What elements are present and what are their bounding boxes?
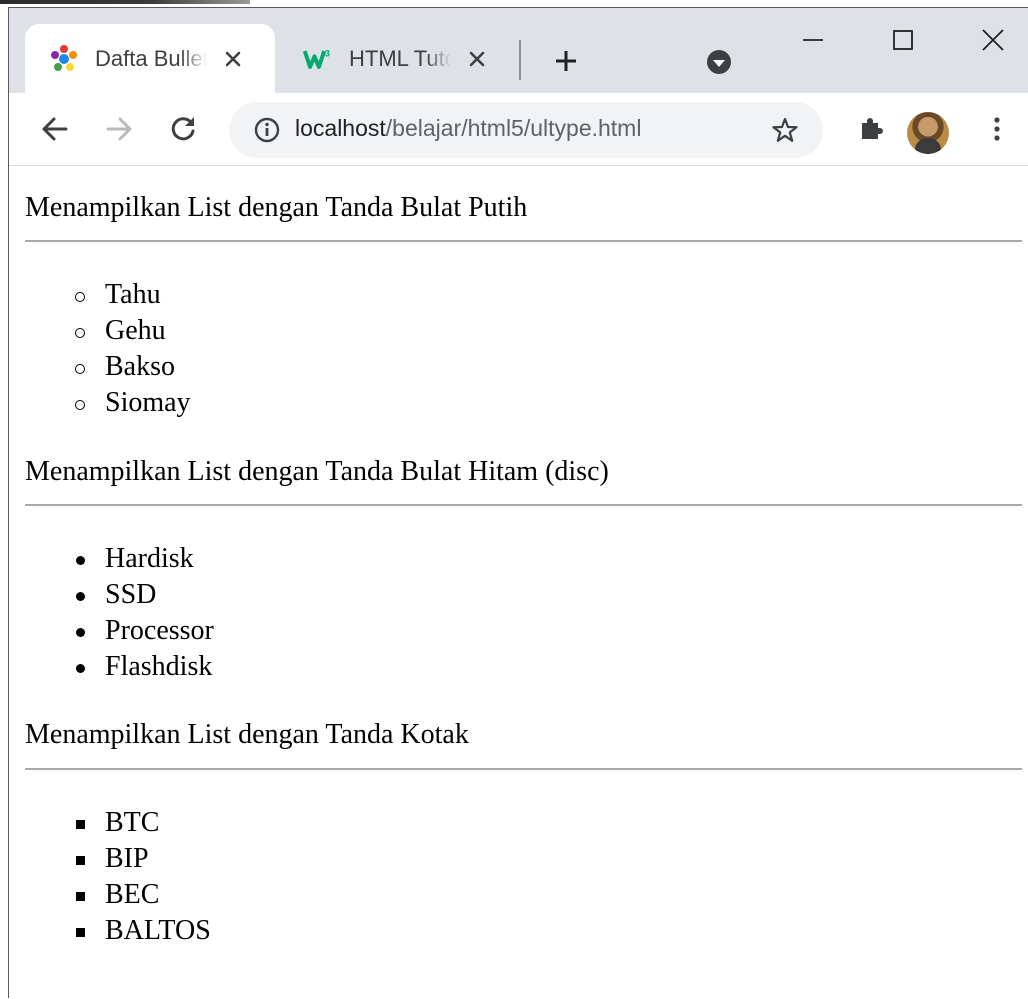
list-item: Bakso	[75, 349, 191, 385]
url-host: localhost	[295, 115, 386, 141]
browser-window: Dafta Bullet 3 HTML Tuto localhost/belaj…	[8, 7, 1028, 998]
disc-bullet-icon	[76, 664, 85, 673]
list-item: BIP	[76, 841, 211, 877]
list-square: BTC BIP BEC BALTOS	[76, 805, 211, 949]
svg-text:3: 3	[325, 48, 330, 58]
address-bar[interactable]: localhost/belajar/html5/ultype.html	[229, 102, 823, 158]
list-item-text: BIP	[105, 843, 149, 874]
url-path: /belajar/html5/ultype.html	[385, 115, 642, 141]
square-bullet-icon	[76, 892, 85, 901]
section-title-circle: Menampilkan List dengan Tanda Bulat Puti…	[25, 192, 528, 223]
profile-avatar[interactable]	[907, 112, 949, 154]
list-item-text: Hardisk	[105, 543, 194, 574]
square-bullet-icon	[76, 856, 85, 865]
list-item: Tahu	[75, 277, 191, 313]
horizontal-rule	[25, 768, 1022, 770]
horizontal-rule	[25, 240, 1022, 242]
new-tab-button[interactable]	[549, 44, 583, 78]
reload-button[interactable]	[165, 111, 201, 147]
list-item-text: BEC	[105, 879, 160, 910]
horizontal-rule	[25, 504, 1022, 506]
maximize-button[interactable]	[885, 22, 921, 58]
list-item: SSD	[76, 577, 214, 613]
forward-button[interactable]	[101, 111, 137, 147]
tab-dafta-bullet[interactable]: Dafta Bullet	[25, 24, 275, 93]
list-item-text: Flashdisk	[105, 651, 213, 682]
list-item: Hardisk	[76, 541, 214, 577]
list-circle: Tahu Gehu Bakso Siomay	[75, 277, 191, 421]
list-item-text: BTC	[105, 807, 160, 838]
section-title-disc: Menampilkan List dengan Tanda Bulat Hita…	[25, 456, 609, 487]
browser-toolbar: localhost/belajar/html5/ultype.html	[9, 93, 1028, 166]
circle-bullet-icon	[75, 328, 85, 338]
list-item-text: Siomay	[105, 387, 191, 418]
list-item-text: Tahu	[105, 279, 161, 310]
tab-separator	[519, 40, 521, 80]
list-item-text: Gehu	[105, 315, 166, 346]
list-item-text: SSD	[105, 579, 157, 610]
list-item: BEC	[76, 877, 211, 913]
circle-bullet-icon	[75, 292, 85, 302]
list-item-text: BALTOS	[105, 915, 211, 946]
tab-strip: Dafta Bullet 3 HTML Tuto	[9, 8, 1028, 93]
close-icon[interactable]	[463, 45, 491, 73]
disc-bullet-icon	[76, 628, 85, 637]
list-item: BTC	[76, 805, 211, 841]
list-disc: Hardisk SSD Processor Flashdisk	[76, 541, 214, 685]
star-icon[interactable]	[767, 112, 803, 148]
list-item: Processor	[76, 613, 214, 649]
extensions-puzzle-icon[interactable]	[853, 111, 889, 147]
minimize-button[interactable]	[795, 22, 831, 58]
square-bullet-icon	[76, 928, 85, 937]
disc-bullet-icon	[76, 592, 85, 601]
more-options-icon[interactable]	[979, 111, 1015, 147]
circle-bullet-icon	[75, 364, 85, 374]
list-item: BALTOS	[76, 913, 211, 949]
disc-bullet-icon	[76, 556, 85, 565]
list-item: Gehu	[75, 313, 191, 349]
back-button[interactable]	[37, 111, 73, 147]
tab-title: Dafta Bullet	[95, 45, 207, 71]
section-title-square: Menampilkan List dengan Tanda Kotak	[25, 719, 469, 750]
page-content: Menampilkan List dengan Tanda Bulat Puti…	[9, 166, 1028, 999]
square-bullet-icon	[76, 820, 85, 829]
colorful-star-icon	[49, 44, 79, 74]
tab-html-tutorial[interactable]: 3 HTML Tuto	[279, 24, 519, 93]
desktop-background-dark-area	[0, 0, 250, 4]
close-icon[interactable]	[219, 45, 247, 73]
w3schools-icon: 3	[303, 44, 333, 74]
close-window-button[interactable]	[975, 22, 1011, 58]
list-item: Siomay	[75, 385, 191, 421]
list-item-text: Bakso	[105, 351, 175, 382]
info-icon[interactable]	[249, 112, 285, 148]
list-item: Flashdisk	[76, 649, 214, 685]
tab-title: HTML Tuto	[349, 45, 451, 71]
circle-bullet-icon	[75, 400, 85, 410]
list-item-text: Processor	[105, 615, 214, 646]
url-text[interactable]: localhost/belajar/html5/ultype.html	[295, 115, 641, 142]
tab-search-icon[interactable]	[701, 44, 737, 80]
